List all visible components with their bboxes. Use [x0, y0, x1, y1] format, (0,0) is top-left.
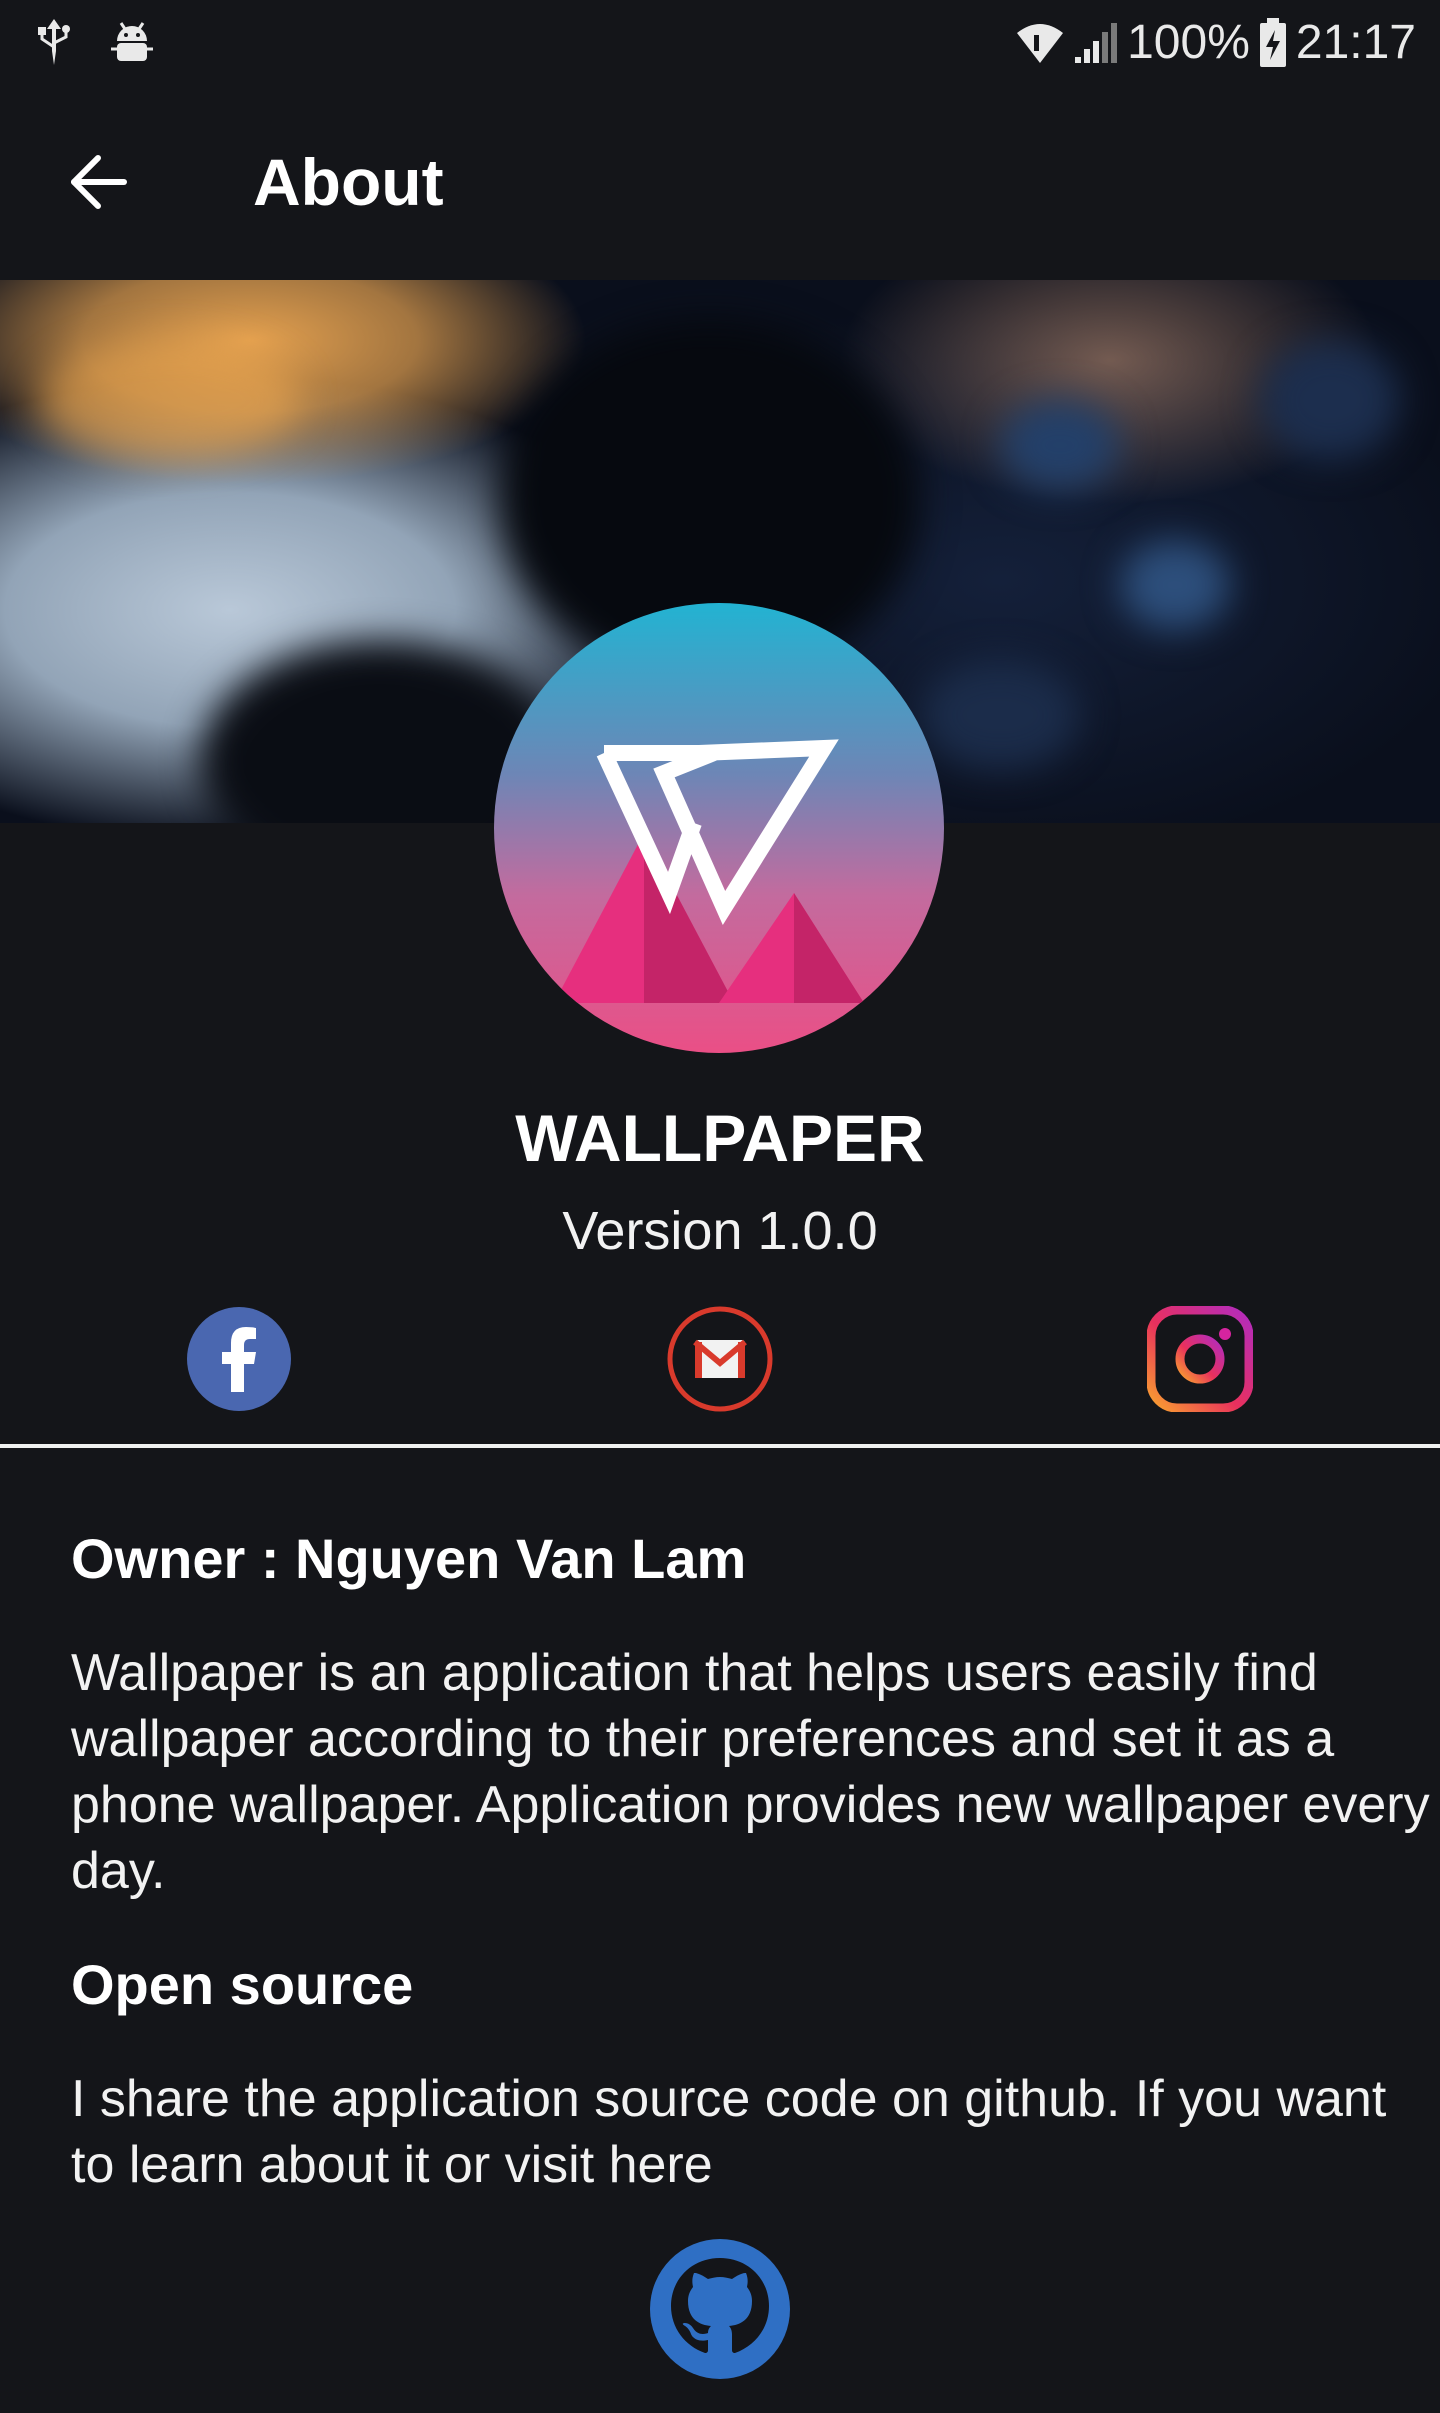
- app-name: WALLPAPER: [515, 1101, 925, 1175]
- signal-icon: [1075, 23, 1118, 63]
- facebook-icon: [187, 1307, 291, 1411]
- arrow-back-icon: [71, 155, 127, 209]
- wifi-icon: [1017, 24, 1064, 63]
- instagram-icon: [1147, 1306, 1253, 1412]
- battery-charging-icon: [1259, 18, 1286, 67]
- owner-label: Owner : Nguyen Van Lam: [71, 1527, 747, 1590]
- gmail-icon: [667, 1306, 773, 1412]
- facebook-button[interactable]: [184, 1304, 294, 1414]
- back-button[interactable]: [50, 134, 146, 230]
- battery-percent: 100%: [1127, 16, 1250, 69]
- instagram-button[interactable]: [1145, 1304, 1255, 1414]
- github-icon: [650, 2239, 790, 2379]
- usb-icon: [30, 14, 78, 70]
- divider: [0, 1444, 1440, 1448]
- android-debug-icon: [108, 14, 156, 70]
- open-source-heading: Open source: [71, 1953, 414, 2016]
- app-bar: About: [0, 84, 1440, 280]
- email-button[interactable]: [665, 1304, 775, 1414]
- app-logo: [494, 603, 944, 1053]
- clock: 21:17: [1295, 16, 1416, 69]
- app-version: Version 1.0.0: [562, 1201, 878, 1261]
- app-description: Wallpaper is an application that helps u…: [71, 1644, 1430, 1900]
- status-bar: 100% 21:17: [0, 0, 1440, 84]
- page-title: About: [253, 145, 444, 219]
- github-button[interactable]: [649, 2238, 791, 2380]
- open-source-text: I share the application source code on g…: [71, 2070, 1387, 2194]
